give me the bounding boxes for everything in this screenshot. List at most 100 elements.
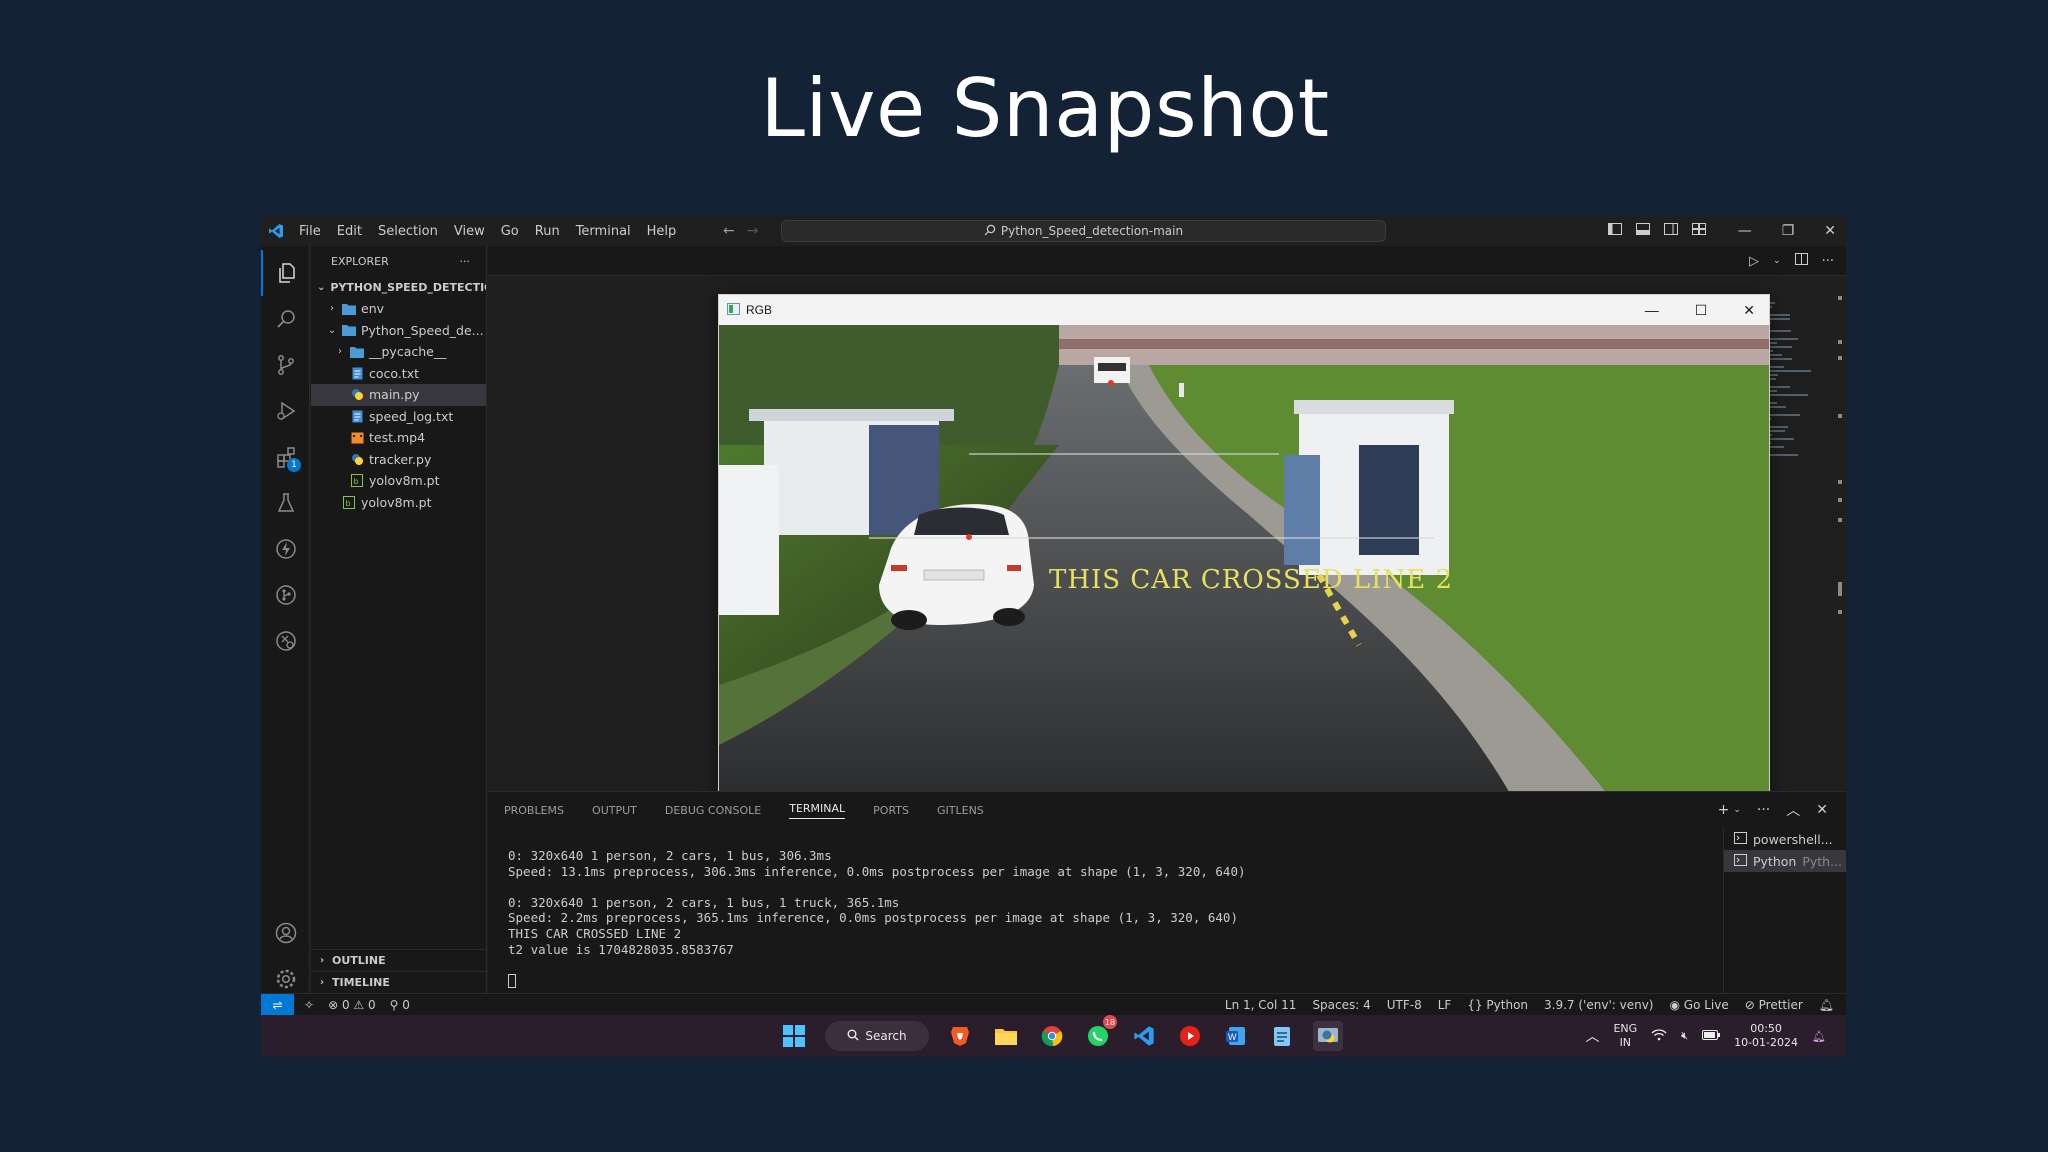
minimize-icon[interactable]: — [1738, 223, 1752, 239]
command-center[interactable]: Python_Speed_detection-main [781, 220, 1386, 242]
notification-bell-icon[interactable]: 🔔︎ [1812, 1030, 1826, 1043]
file-explorer-icon[interactable] [991, 1021, 1021, 1051]
outline-section[interactable]: › OUTLINE [311, 949, 487, 971]
toggle-secondary-sidebar-icon[interactable] [1663, 223, 1678, 239]
remote-explorer-icon[interactable] [261, 618, 310, 664]
file-item[interactable]: main.py [311, 384, 486, 406]
tab-output[interactable]: OUTPUT [592, 804, 637, 817]
chevron-down-icon[interactable]: ⌄ [1733, 805, 1741, 815]
rgb-video-window[interactable]: RGB — ☐ ✕ THIS CAR CROSSED LINE 2 [718, 294, 1770, 809]
taskbar-search[interactable]: Search [825, 1021, 929, 1051]
rgb-window-titlebar[interactable]: RGB — ☐ ✕ [719, 295, 1769, 325]
close-icon[interactable]: ✕ [1824, 223, 1836, 239]
language-mode[interactable]: {} Python [1467, 998, 1528, 1012]
toggle-panel-icon[interactable] [1635, 223, 1650, 239]
folder-item[interactable]: › env [311, 298, 486, 320]
chevron-up-icon[interactable]: ︿ [1585, 1026, 1599, 1046]
go-live[interactable]: ◉ Go Live [1669, 998, 1728, 1012]
more-actions-icon[interactable]: ··· [1757, 802, 1770, 818]
close-icon[interactable]: ✕ [1743, 302, 1755, 319]
tab-debug-console[interactable]: DEBUG CONSOLE [665, 804, 761, 817]
run-python-icon[interactable]: ▷ [1749, 254, 1759, 269]
youtube-music-icon[interactable] [1175, 1021, 1205, 1051]
tab-gitlens[interactable]: GITLENS [937, 804, 984, 817]
maximize-panel-icon[interactable]: ︿ [1786, 800, 1800, 820]
chrome-icon[interactable] [1037, 1021, 1067, 1051]
thunder-client-icon[interactable] [261, 526, 310, 572]
file-item[interactable]: b yolov8m.pt [311, 470, 486, 492]
toggle-sidebar-icon[interactable] [1607, 223, 1622, 239]
tab-ports[interactable]: PORTS [873, 804, 909, 817]
chevron-down-icon[interactable]: ⌄ [1773, 256, 1781, 266]
maximize-icon[interactable]: ☐ [1695, 302, 1708, 319]
folder-item[interactable]: ⌄ Python_Speed_de... [311, 320, 486, 342]
testing-flask-icon[interactable] [261, 480, 310, 526]
terminal-output[interactable]: 0: 320x640 1 person, 2 cars, 1 bus, 306.… [508, 848, 1688, 989]
more-actions-icon[interactable]: ··· [1822, 254, 1834, 269]
gitlens-icon[interactable] [261, 572, 310, 618]
close-panel-icon[interactable]: ✕ [1816, 802, 1828, 818]
problems-indicator[interactable]: ⊗ 0 ⚠ 0 [328, 998, 376, 1012]
terminal-prompt[interactable] [508, 973, 1688, 989]
windows-start-icon[interactable] [779, 1021, 809, 1051]
menu-view[interactable]: View [446, 224, 493, 239]
menu-help[interactable]: Help [639, 224, 685, 239]
file-item[interactable]: tracker.py [311, 449, 486, 471]
customize-layout-icon[interactable] [1691, 223, 1706, 239]
menu-run[interactable]: Run [527, 224, 568, 239]
vscode-taskbar-icon[interactable] [1129, 1021, 1159, 1051]
ports-indicator[interactable]: ⚲ 0 [390, 998, 410, 1012]
battery-icon[interactable] [1702, 1029, 1721, 1043]
clock[interactable]: 00:50 10-01-2024 [1734, 1022, 1798, 1050]
folder-item[interactable]: › __pycache__ [311, 341, 486, 363]
tab-terminal[interactable]: TERMINAL [789, 802, 846, 819]
notepad-icon[interactable] [1267, 1021, 1297, 1051]
account-icon[interactable] [261, 910, 310, 956]
menu-go[interactable]: Go [493, 224, 527, 239]
python-window-icon[interactable] [1313, 1021, 1343, 1051]
brave-browser-icon[interactable] [945, 1021, 975, 1051]
file-item[interactable]: speed_log.txt [311, 406, 486, 428]
extensions-icon[interactable]: 1 [261, 434, 310, 480]
encoding[interactable]: UTF-8 [1387, 998, 1422, 1012]
explorer-icon[interactable] [261, 250, 310, 296]
new-terminal-icon[interactable]: + [1718, 802, 1730, 818]
minimize-icon[interactable]: — [1645, 302, 1659, 318]
menu-terminal[interactable]: Terminal [568, 224, 639, 239]
prettier[interactable]: ⊘ Prettier [1745, 998, 1803, 1012]
file-item[interactable]: b yolov8m.pt [311, 492, 486, 514]
search-icon[interactable] [261, 296, 310, 342]
menu-selection[interactable]: Selection [370, 224, 446, 239]
editor-scrollbar[interactable] [1838, 286, 1844, 786]
source-control-icon[interactable] [261, 342, 310, 388]
forward-arrow-icon[interactable]: → [747, 223, 759, 239]
indentation[interactable]: Spaces: 4 [1312, 998, 1370, 1012]
python-interpreter[interactable]: 3.9.7 ('env': venv) [1544, 998, 1653, 1012]
cursor-position[interactable]: Ln 1, Col 11 [1225, 998, 1297, 1012]
terminal-item-powershell[interactable]: powershell... [1724, 828, 1846, 850]
extensions-badge: 1 [287, 458, 301, 472]
terminal-cursor [508, 974, 516, 989]
language-indicator[interactable]: ENG IN [1613, 1022, 1637, 1050]
restore-icon[interactable]: ❐ [1782, 223, 1795, 239]
split-editor-icon[interactable] [1794, 253, 1808, 269]
remote-indicator-icon[interactable]: ⇌ [261, 993, 294, 1016]
timeline-section[interactable]: › TIMELINE [311, 971, 487, 993]
back-arrow-icon[interactable]: ← [723, 223, 735, 239]
run-debug-icon[interactable] [261, 388, 310, 434]
file-item[interactable]: test.mp4 [311, 427, 486, 449]
word-icon[interactable]: W [1221, 1021, 1251, 1051]
wifi-icon[interactable] [1651, 1028, 1667, 1044]
volume-muted-icon[interactable]: 🔇︎ [1681, 1029, 1688, 1043]
ai-sparkle-icon[interactable]: ✧ [304, 998, 314, 1012]
end-of-line[interactable]: LF [1438, 998, 1452, 1012]
notifications-bell-icon[interactable]: 🔔︎ [1819, 998, 1834, 1012]
tab-problems[interactable]: PROBLEMS [504, 804, 564, 817]
project-root[interactable]: ⌄ PYTHON_SPEED_DETECTIO... [311, 276, 486, 298]
whatsapp-icon[interactable]: 18 [1083, 1015, 1117, 1051]
more-actions-icon[interactable]: ··· [460, 255, 471, 268]
menu-edit[interactable]: Edit [329, 224, 370, 239]
menu-file[interactable]: File [291, 224, 329, 239]
file-item[interactable]: coco.txt [311, 363, 486, 385]
terminal-item-python[interactable]: Python Pyth... [1724, 850, 1846, 872]
